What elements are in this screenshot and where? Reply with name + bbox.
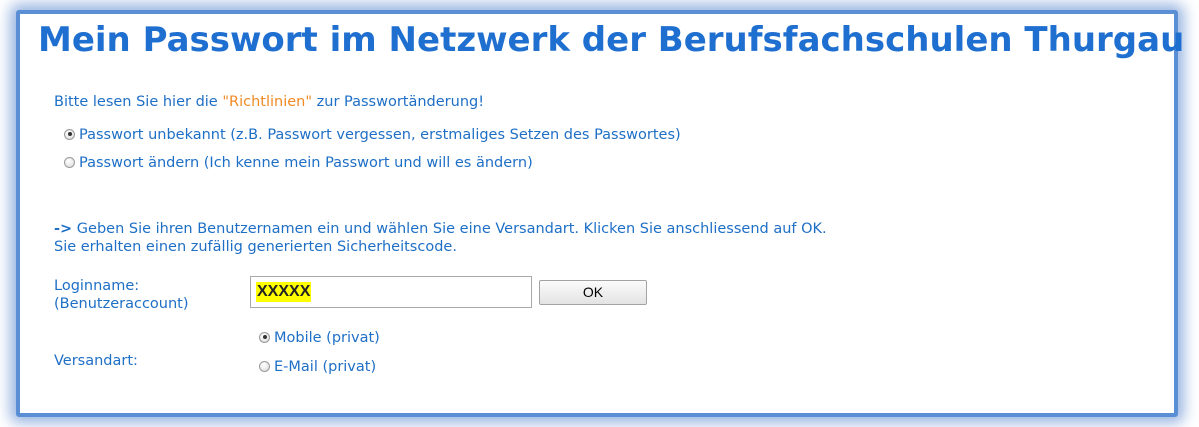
radio-unknown-selected[interactable] xyxy=(64,128,75,140)
mode-option-unknown[interactable]: Passwort unbekannt (z.B. Passwort verges… xyxy=(64,127,681,143)
arrow-marker: -> xyxy=(54,221,73,237)
page-frame xyxy=(16,10,1178,417)
mode-option-unknown-label: Passwort unbekannt (z.B. Passwort verges… xyxy=(79,127,681,143)
mode-option-change[interactable]: Passwort ändern (Ich kenne mein Passwort… xyxy=(64,155,533,171)
intro-text: Bitte lesen Sie hier die "Richtlinien" z… xyxy=(54,94,484,110)
login-value: XXXXX xyxy=(256,282,312,302)
versand-option-email[interactable]: E-Mail (privat) xyxy=(259,359,376,375)
login-sublabel: (Benutzeraccount) xyxy=(54,296,189,312)
intro-prefix: Bitte lesen Sie hier die xyxy=(54,94,223,110)
radio-mobile-selected[interactable] xyxy=(259,331,270,343)
login-input[interactable]: XXXXX xyxy=(250,276,532,308)
versand-email-label: E-Mail (privat) xyxy=(274,359,377,375)
instruction-text1: Geben Sie ihren Benutzernamen ein und wä… xyxy=(72,221,827,237)
ok-button[interactable]: OK xyxy=(539,280,647,305)
instruction-line1: -> Geben Sie ihren Benutzernamen ein und… xyxy=(54,221,827,237)
instruction-line2: Sie erhalten einen zufällig generierten … xyxy=(54,239,457,255)
versand-label: Versandart: xyxy=(54,353,138,369)
radio-change[interactable] xyxy=(64,156,75,168)
radio-email[interactable] xyxy=(259,360,270,372)
versand-option-mobile[interactable]: Mobile (privat) xyxy=(259,330,380,346)
intro-suffix: zur Passwortänderung! xyxy=(312,94,485,110)
versand-mobile-label: Mobile (privat) xyxy=(274,330,380,346)
richtlinien-link[interactable]: "Richtlinien" xyxy=(222,94,312,110)
mode-option-change-label: Passwort ändern (Ich kenne mein Passwort… xyxy=(79,155,533,171)
login-label: Loginname: xyxy=(54,278,140,294)
page-title: Mein Passwort im Netzwerk der Berufsfach… xyxy=(38,20,1185,60)
